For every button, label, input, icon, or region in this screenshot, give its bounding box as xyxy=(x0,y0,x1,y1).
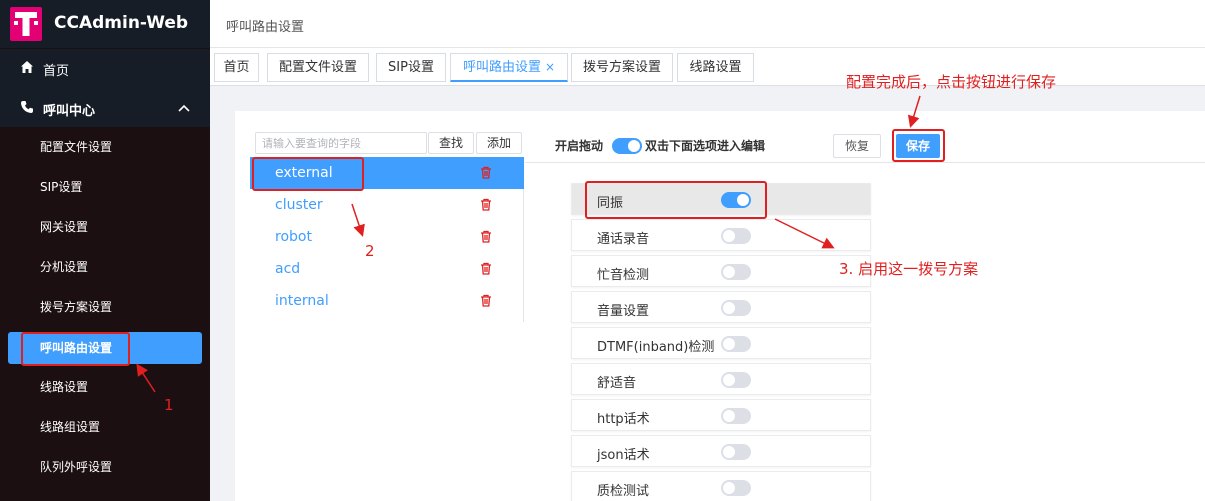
annotation-save-hint: 配置完成后，点击按钮进行保存 xyxy=(846,73,1057,91)
annotation-step-1: 1 xyxy=(164,396,174,414)
annotation-step-3: 3. 启用这一拨号方案 xyxy=(839,260,979,278)
annotation-step-2: 2 xyxy=(365,242,375,260)
